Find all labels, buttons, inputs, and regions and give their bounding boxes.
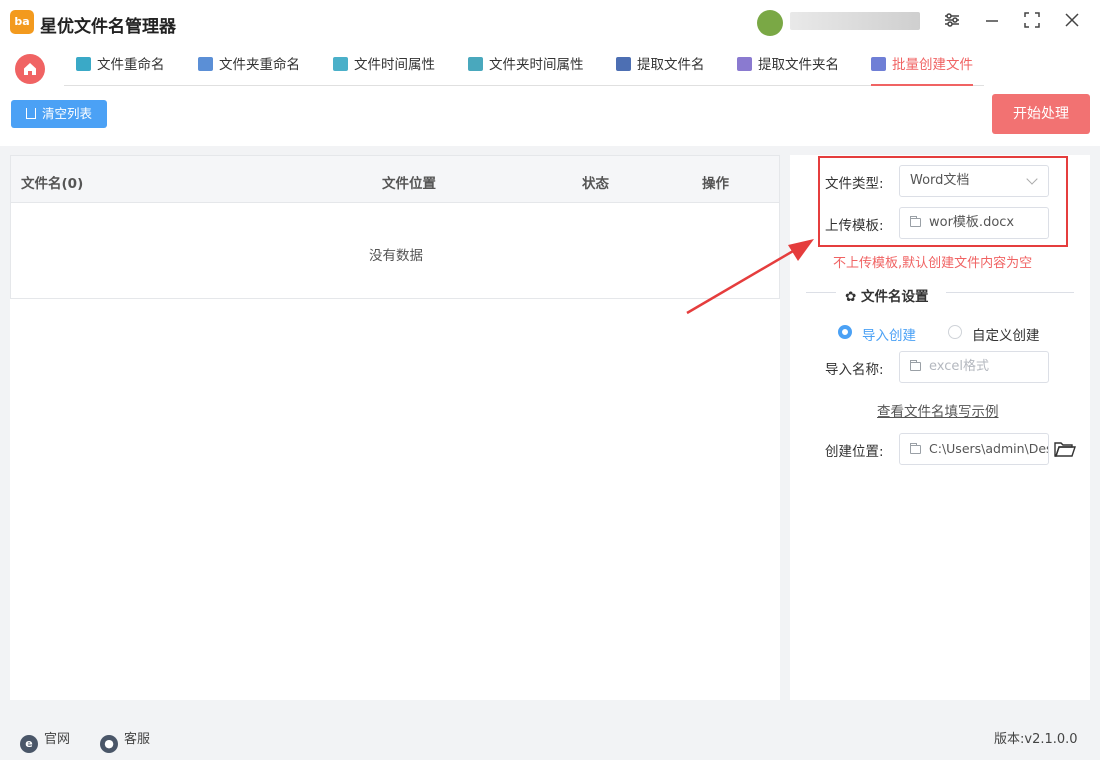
browser-icon: e xyxy=(20,735,38,753)
open-folder-icon[interactable] xyxy=(1054,440,1076,458)
file-list-panel: 文件名(0) 文件位置 状态 操作 没有数据 xyxy=(10,155,780,700)
annotation-arrow xyxy=(686,239,814,315)
column-actions: 操作 xyxy=(702,176,729,192)
website-link[interactable]: e 官网 xyxy=(20,728,70,753)
tab-extract-foldername[interactable]: 提取文件夹名 xyxy=(737,46,839,86)
divider-right xyxy=(946,292,1074,293)
minimize-icon[interactable] xyxy=(980,11,1004,35)
start-processing-button[interactable]: 开始处理 xyxy=(992,94,1090,134)
location-label: 创建位置: xyxy=(825,444,884,460)
radio-import-label[interactable]: 导入创建 xyxy=(862,324,916,344)
column-filename: 文件名(0) xyxy=(21,176,84,192)
import-name-label: 导入名称: xyxy=(825,362,884,378)
title-bar: ba 星优文件名管理器 xyxy=(0,0,1100,46)
folder-icon xyxy=(910,443,921,454)
tab-file-rename[interactable]: 文件重命名 xyxy=(76,46,165,86)
version-text: 版本:v2.1.0.0 xyxy=(994,732,1078,747)
import-name-field[interactable]: excel格式 xyxy=(899,351,1049,383)
close-icon[interactable] xyxy=(1060,11,1084,35)
app-logo-icon: ba xyxy=(10,10,34,34)
tab-folder-time[interactable]: 文件夹时间属性 xyxy=(468,46,584,86)
table-header: 文件名(0) 文件位置 状态 操作 xyxy=(10,155,780,203)
extract-filename-icon xyxy=(616,57,631,71)
tab-batch-create[interactable]: 批量创建文件 xyxy=(871,46,973,86)
file-time-icon xyxy=(333,57,348,71)
chat-icon: ● xyxy=(100,735,118,753)
table-body: 没有数据 xyxy=(10,202,780,299)
footer: e 官网 ● 客服 版本:v2.1.0.0 xyxy=(0,712,1100,760)
home-icon xyxy=(24,63,36,75)
user-name-redacted xyxy=(790,12,920,30)
highlight-box xyxy=(818,156,1068,247)
tab-file-time[interactable]: 文件时间属性 xyxy=(333,46,435,86)
radio-import-create[interactable] xyxy=(838,325,852,339)
home-button[interactable] xyxy=(15,54,45,84)
file-rename-icon xyxy=(76,57,91,71)
tab-bar: 文件重命名 文件夹重命名 文件时间属性 文件夹时间属性 提取文件名 提取文件夹名… xyxy=(64,46,984,86)
settings-icon[interactable] xyxy=(940,11,964,35)
column-status: 状态 xyxy=(582,176,609,192)
location-field[interactable]: C:\Users\admin\Des xyxy=(899,433,1049,465)
maximize-icon[interactable] xyxy=(1020,11,1044,35)
tab-folder-rename[interactable]: 文件夹重命名 xyxy=(198,46,300,86)
app-title: 星优文件名管理器 xyxy=(40,17,176,37)
template-note: 不上传模板,默认创建文件内容为空 xyxy=(833,256,1033,271)
radio-custom-create[interactable] xyxy=(948,325,962,339)
batch-create-icon xyxy=(871,57,886,71)
folder-rename-icon xyxy=(198,57,213,71)
extract-foldername-icon xyxy=(737,57,752,71)
filename-example-link[interactable]: 查看文件名填写示例 xyxy=(877,400,999,420)
folder-icon xyxy=(910,360,921,371)
filename-settings-title: ✿ 文件名设置 xyxy=(845,289,929,305)
user-avatar[interactable] xyxy=(757,10,783,36)
support-link[interactable]: ● 客服 xyxy=(100,728,150,753)
nav-row: 文件重命名 文件夹重命名 文件时间属性 文件夹时间属性 提取文件名 提取文件夹名… xyxy=(0,46,1100,88)
trash-icon xyxy=(25,108,36,119)
column-location: 文件位置 xyxy=(382,176,436,192)
tab-extract-filename[interactable]: 提取文件名 xyxy=(616,46,705,86)
gear-icon: ✿ xyxy=(845,289,862,305)
folder-time-icon xyxy=(468,57,483,71)
radio-custom-label[interactable]: 自定义创建 xyxy=(972,324,1040,344)
toolbar: 清空列表 开始处理 xyxy=(0,88,1100,146)
clear-list-button[interactable]: 清空列表 xyxy=(11,100,107,128)
empty-state-text: 没有数据 xyxy=(369,248,423,264)
